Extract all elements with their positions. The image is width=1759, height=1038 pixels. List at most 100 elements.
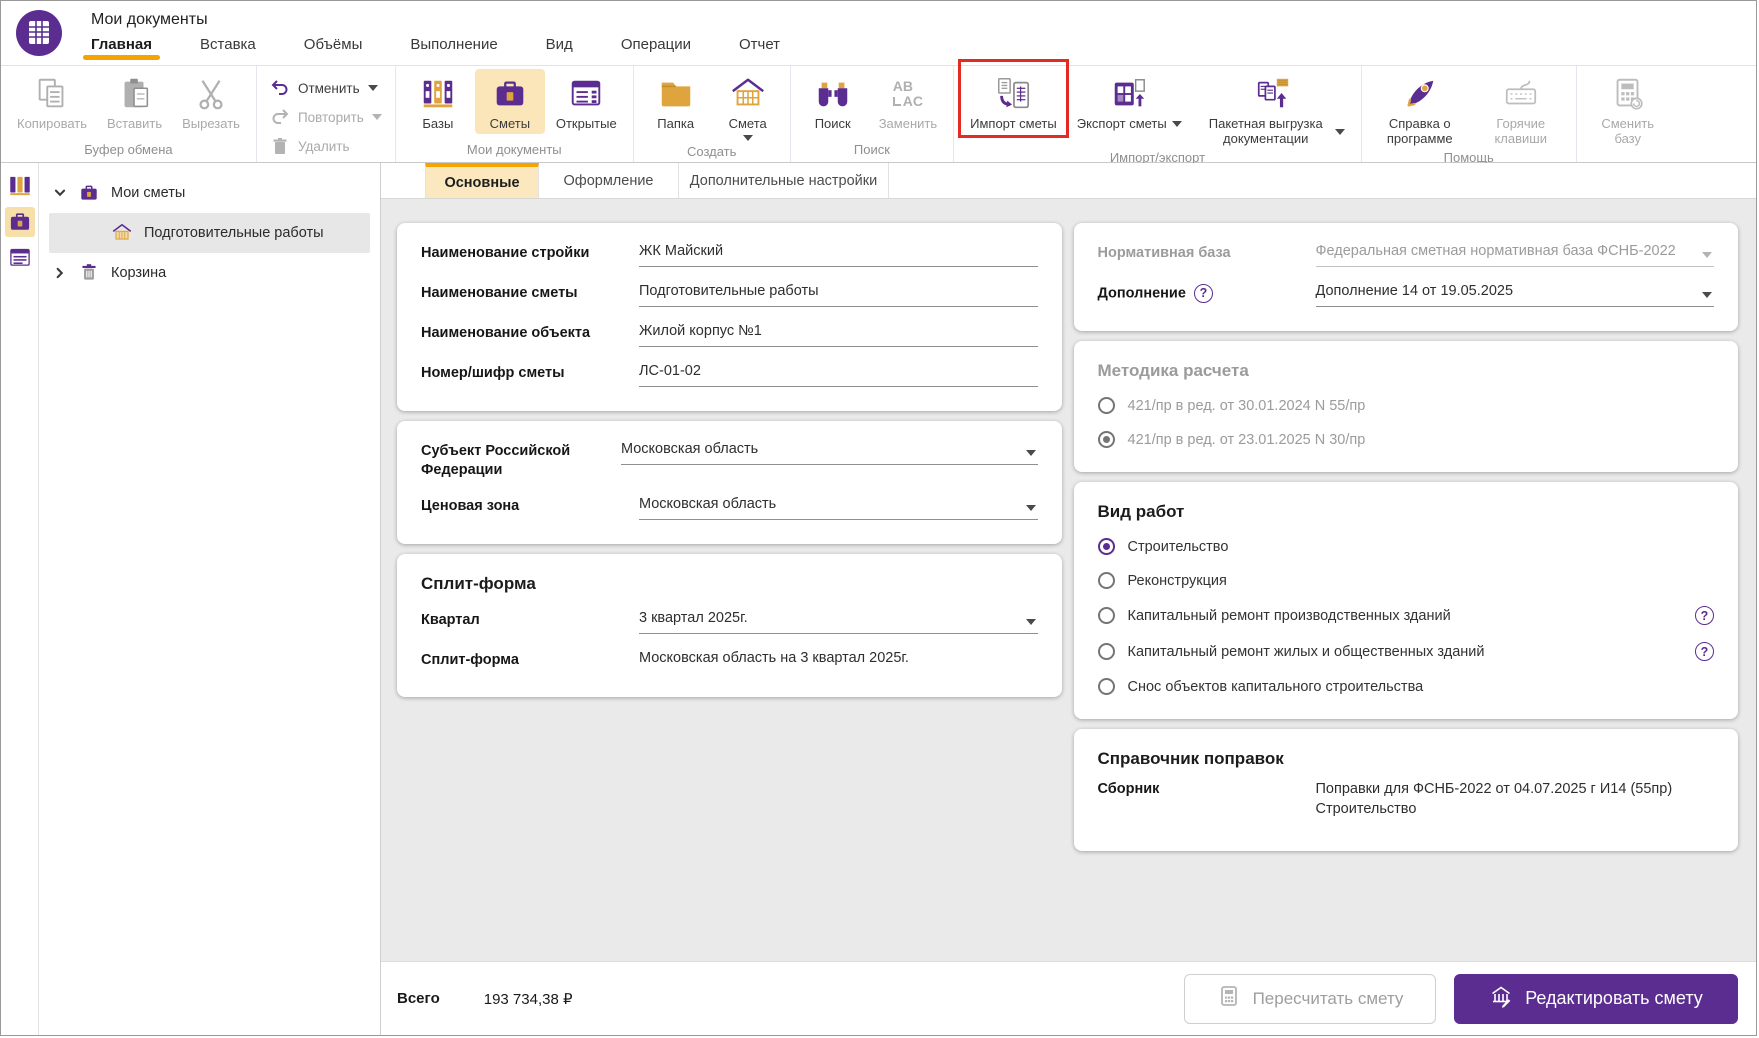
paste-icon [116, 74, 154, 114]
quarter-select[interactable]: 3 квартал 2025г. [639, 610, 1038, 634]
calculator-refresh-icon [1609, 74, 1647, 114]
supplement-select[interactable]: Дополнение 14 от 19.05.2025 [1316, 283, 1715, 307]
price-zone-select[interactable]: Московская область [639, 496, 1038, 520]
undo-dropdown-caret-icon[interactable] [368, 85, 378, 91]
export-caret-icon[interactable] [1172, 121, 1182, 127]
corrections-value: Поправки для ФСНБ-2022 от 04.07.2025 г И… [1316, 779, 1715, 827]
window-title: Мои документы [91, 11, 828, 29]
copy-button[interactable]: Копировать [8, 69, 96, 134]
method-option-55pr[interactable]: 421/пр в ред. от 30.01.2024 N 55/пр [1098, 397, 1715, 414]
about-button[interactable]: Справка о программе [1369, 69, 1471, 149]
redo-button[interactable]: Повторить [264, 104, 388, 130]
tab-vid[interactable]: Вид [546, 32, 573, 60]
batch-export-button[interactable]: Пакетная выгрузка документации [1193, 69, 1354, 149]
tree-item-preparatory-works[interactable]: Подготовительные работы [49, 213, 370, 253]
replace-ab-ac-icon: ABAC [893, 74, 923, 114]
folder-icon [657, 74, 695, 114]
total-label: Всего [397, 990, 440, 1007]
field-stroyka: Наименование стройки ЖК Майский [421, 243, 1038, 267]
chevron-down-icon[interactable] [53, 186, 67, 200]
tab-glavnaya[interactable]: Главная [91, 32, 152, 60]
smeta-name-input[interactable]: Подготовительные работы [639, 283, 1038, 307]
field-smeta-name: Наименование сметы Подготовительные рабо… [421, 283, 1038, 307]
search-button[interactable]: Поиск [798, 69, 868, 134]
bases-button[interactable]: Базы [403, 69, 473, 134]
field-object-name: Наименование объекта Жилой корпус №1 [421, 323, 1038, 347]
change-base-button[interactable]: Сменить базу [1584, 69, 1672, 149]
tree-item-my-estimates[interactable]: Мои сметы [39, 173, 380, 213]
ribbon-group-change-base: Сменить базу [1577, 66, 1679, 162]
smeta-number-input[interactable]: ЛС-01-02 [639, 363, 1038, 387]
work-type-demolition[interactable]: Снос объектов капитального строительства [1098, 678, 1715, 695]
house-icon [111, 222, 133, 244]
radio-unchecked-icon[interactable] [1098, 643, 1115, 660]
hotkeys-button[interactable]: Горячие клавиши [1473, 69, 1569, 149]
radio-checked-icon[interactable] [1098, 538, 1115, 555]
help-icon[interactable]: ? [1695, 642, 1714, 661]
tab-operacii[interactable]: Операции [621, 32, 691, 60]
supplement-help-icon[interactable]: ? [1194, 284, 1213, 303]
field-corrections: Сборник Поправки для ФСНБ-2022 от 04.07.… [1098, 779, 1715, 827]
replace-button[interactable]: ABAC Заменить [870, 69, 946, 134]
radio-checked-icon[interactable] [1098, 431, 1115, 448]
rail-open-docs-icon[interactable] [5, 243, 35, 273]
radio-unchecked-icon[interactable] [1098, 607, 1115, 624]
tab-vstavka[interactable]: Вставка [200, 32, 256, 60]
method-option-30pr[interactable]: 421/пр в ред. от 23.01.2025 N 30/пр [1098, 431, 1715, 448]
tab-dop-nastroyki[interactable]: Дополнительные настройки [679, 163, 889, 198]
delete-button[interactable]: Удалить [264, 133, 356, 159]
tab-obyomy[interactable]: Объёмы [304, 32, 363, 60]
estimates-button[interactable]: Сметы [475, 69, 545, 134]
group-label-my-documents: Мои документы [403, 141, 626, 162]
work-type-reconstruction[interactable]: Реконструкция [1098, 572, 1715, 589]
help-icon[interactable]: ? [1695, 606, 1714, 625]
chevron-right-icon[interactable] [53, 266, 67, 280]
field-quarter: Квартал 3 квартал 2025г. [421, 610, 1038, 634]
create-folder-button[interactable]: Папка [641, 69, 711, 134]
method-title: Методика расчета [1098, 361, 1715, 381]
card-region: Субъект Российской Федерации Московская … [397, 421, 1062, 544]
undo-button[interactable]: Отменить [264, 75, 384, 101]
tab-oformlenie[interactable]: Оформление [539, 163, 679, 198]
paste-button[interactable]: Вставить [98, 69, 171, 134]
cut-button[interactable]: Вырезать [173, 69, 249, 134]
region-select[interactable]: Московская область [621, 441, 1038, 465]
export-estimate-button[interactable]: Экспорт сметы [1068, 69, 1191, 134]
tab-osnovnye[interactable]: Основные [425, 163, 539, 198]
split-form-value: Московская область на 3 квартал 2025г. [639, 650, 1038, 673]
batch-export-caret-icon[interactable] [1335, 129, 1345, 135]
recalculate-button[interactable]: Пересчитать смету [1184, 974, 1436, 1024]
ribbon-group-search: Поиск ABAC Заменить Поиск [791, 66, 954, 162]
rail-estimates-icon[interactable] [5, 207, 35, 237]
radio-unchecked-icon[interactable] [1098, 572, 1115, 589]
trash-icon [270, 136, 290, 156]
group-label-search: Поиск [798, 141, 946, 162]
app-logo-icon[interactable] [15, 9, 63, 57]
rail-bases-icon[interactable] [5, 171, 35, 201]
import-estimate-button[interactable]: Импорт сметы [961, 69, 1066, 134]
field-supplement: Дополнение ? Дополнение 14 от 19.05.2025 [1098, 283, 1715, 307]
normative-base-select: Федеральная сметная нормативная база ФСН… [1316, 243, 1715, 267]
redo-dropdown-caret-icon[interactable] [372, 114, 382, 120]
create-estimate-caret-icon[interactable] [743, 135, 753, 141]
create-estimate-button[interactable]: Смета [713, 69, 783, 143]
tab-vypolnenie[interactable]: Выполнение [410, 32, 497, 60]
edit-estimate-button[interactable]: Редактировать смету [1454, 974, 1738, 1024]
field-region: Субъект Российской Федерации Московская … [421, 441, 1038, 480]
object-name-input[interactable]: Жилой корпус №1 [639, 323, 1038, 347]
work-type-construction[interactable]: Строительство [1098, 538, 1715, 555]
work-type-capital-repair-industrial[interactable]: Капитальный ремонт производственных здан… [1098, 606, 1715, 625]
stroyka-input[interactable]: ЖК Майский [639, 243, 1038, 267]
split-form-title: Сплит-форма [421, 574, 1038, 594]
open-docs-button[interactable]: Открытые [547, 69, 626, 134]
calculator-icon [1217, 984, 1241, 1013]
tree-item-trash[interactable]: Корзина [39, 253, 380, 293]
radio-unchecked-icon[interactable] [1098, 678, 1115, 695]
field-normative-base: Нормативная база Федеральная сметная нор… [1098, 243, 1715, 267]
card-split-form: Сплит-форма Квартал 3 квартал 2025г. Спл… [397, 554, 1062, 697]
tab-otchet[interactable]: Отчет [739, 32, 780, 60]
document-tree: Мои сметы Подготовительные работы Корзин… [39, 163, 381, 1035]
ribbon: Копировать Вставить Вырезать Буфер обмен… [1, 65, 1756, 163]
work-type-capital-repair-residential[interactable]: Капитальный ремонт жилых и общественных … [1098, 642, 1715, 661]
radio-unchecked-icon[interactable] [1098, 397, 1115, 414]
